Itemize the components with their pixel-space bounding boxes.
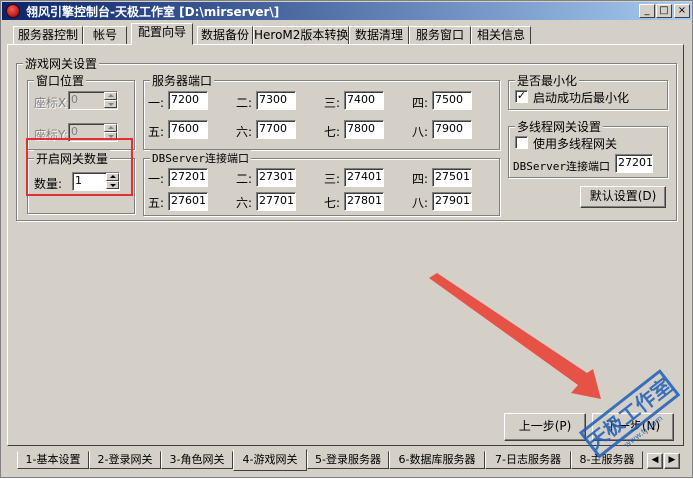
- watermark-stamp-icon: 天极工作室 www.tj.com: [578, 369, 681, 459]
- main-window: 翎风引擎控制台-天极工作室 [D:\mirserver\] _ □ × 服务器控…: [0, 0, 693, 478]
